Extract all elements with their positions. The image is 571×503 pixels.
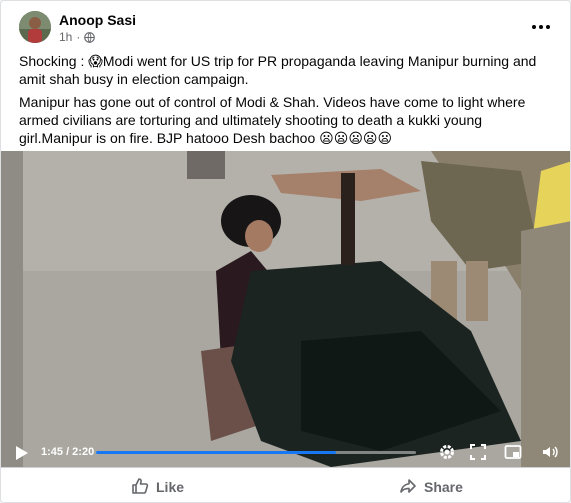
video-progress-fill (96, 451, 336, 454)
video-time: 1:45 / 2:20 (41, 446, 95, 458)
post-text-paragraph-1: Shocking : 😱Modi went for US trip for PR… (19, 53, 537, 87)
post-text-paragraph-2: Manipur has gone out of control of Modi … (19, 94, 526, 146)
video-controls: 1:45 / 2:20 (1, 439, 570, 467)
share-button[interactable]: Share (399, 476, 463, 498)
volume-icon[interactable] (541, 443, 559, 461)
more-options-icon[interactable] (529, 17, 553, 37)
avatar[interactable] (19, 11, 51, 43)
video-progress-bar[interactable] (96, 451, 416, 454)
pip-icon[interactable] (504, 443, 522, 461)
separator-dot: · (76, 30, 81, 44)
like-icon (131, 477, 149, 498)
post-actions: Like Share (1, 467, 570, 502)
post-meta: 1h · (59, 30, 96, 44)
like-button[interactable]: Like (131, 476, 184, 498)
share-label: Share (424, 479, 463, 495)
author-name[interactable]: Anoop Sasi (59, 12, 136, 28)
settings-icon[interactable] (438, 443, 456, 461)
like-label: Like (156, 479, 185, 495)
globe-icon (84, 31, 96, 43)
post-time[interactable]: 1h (59, 30, 72, 44)
post-header: Anoop Sasi 1h · (19, 11, 559, 47)
video-frame (1, 151, 570, 467)
video-player[interactable]: 1:45 / 2:20 (1, 151, 570, 467)
play-icon[interactable] (15, 445, 29, 461)
fullscreen-icon[interactable] (469, 443, 487, 461)
post-card: Anoop Sasi 1h · Shocking : 😱Modi went fo… (0, 0, 571, 503)
share-icon (399, 477, 417, 498)
